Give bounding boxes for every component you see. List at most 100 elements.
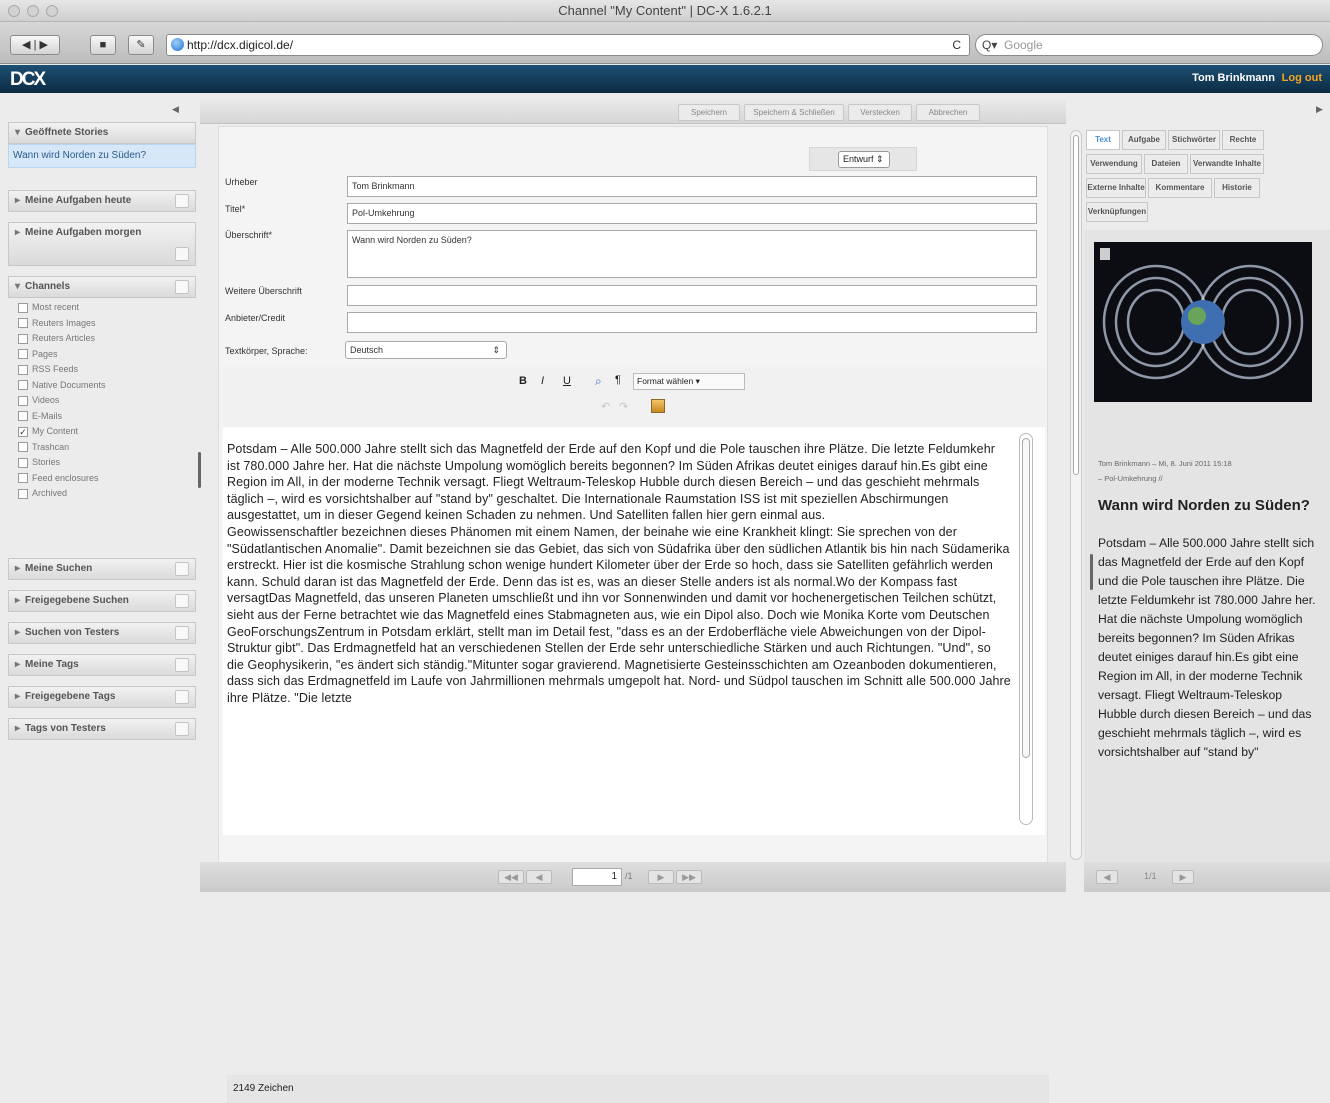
- last-page-button[interactable]: ▶▶: [676, 870, 702, 884]
- underline-icon[interactable]: U: [563, 375, 571, 387]
- zoom-window-button[interactable]: [46, 5, 58, 17]
- channel-item[interactable]: Stories: [8, 455, 196, 471]
- insert-image-icon[interactable]: [651, 399, 665, 413]
- sidebar-section-header[interactable]: ▸ Meine Suchen: [8, 558, 196, 580]
- add-icon[interactable]: [175, 280, 189, 294]
- channel-checkbox[interactable]: [18, 488, 28, 499]
- cancel-button[interactable]: Abbrechen: [916, 104, 980, 121]
- tab-item[interactable]: Verwandte Inhalte: [1190, 154, 1264, 174]
- channel-checkbox[interactable]: [18, 395, 28, 406]
- sidebar-section-header[interactable]: ▸ Tags von Testers: [8, 718, 196, 740]
- channel-item[interactable]: Native Documents: [8, 378, 196, 394]
- bookmark-icon[interactable]: ✎: [128, 35, 154, 55]
- tasks-today-header[interactable]: ▸ Meine Aufgaben heute: [8, 190, 196, 212]
- channel-item[interactable]: ✓ My Content: [8, 424, 196, 440]
- sidebar-section-header[interactable]: ▸ Meine Tags: [8, 654, 196, 676]
- save-close-button[interactable]: Speichern & Schließen: [744, 104, 844, 121]
- channel-item[interactable]: Trashcan: [8, 440, 196, 456]
- channel-checkbox[interactable]: [18, 364, 28, 375]
- preview-image[interactable]: [1094, 242, 1312, 402]
- channel-checkbox[interactable]: [18, 333, 28, 344]
- redo-icon[interactable]: ↷: [619, 400, 628, 413]
- scroll-thumb[interactable]: [1073, 135, 1079, 475]
- page-input[interactable]: 1: [572, 868, 622, 886]
- editor-scrollbar[interactable]: [1019, 433, 1033, 825]
- back-forward-buttons[interactable]: ◀ | ▶: [10, 35, 60, 55]
- body-text[interactable]: Potsdam – Alle 500.000 Jahre stellt sich…: [227, 441, 1011, 827]
- channel-item[interactable]: Pages: [8, 347, 196, 363]
- format-select[interactable]: Format wählen ▾: [633, 373, 745, 390]
- prev-page-button[interactable]: ◀: [1096, 870, 1118, 884]
- channel-item[interactable]: E-Mails: [8, 409, 196, 425]
- pilcrow-icon[interactable]: ¶: [615, 374, 621, 386]
- channel-item[interactable]: Reuters Articles: [8, 331, 196, 347]
- tasks-tomorrow-header[interactable]: ▸ Meine Aufgaben morgen: [8, 222, 196, 266]
- channel-item[interactable]: Archived: [8, 486, 196, 502]
- tab-item[interactable]: Aufgabe: [1122, 130, 1166, 150]
- channel-item[interactable]: Feed enclosures: [8, 471, 196, 487]
- add-icon[interactable]: [175, 247, 189, 261]
- tab-item[interactable]: Text: [1086, 130, 1120, 150]
- channel-checkbox[interactable]: ✓: [18, 426, 28, 437]
- channel-checkbox[interactable]: [18, 302, 28, 313]
- add-icon[interactable]: [175, 626, 189, 640]
- tab-item[interactable]: Verwendung: [1086, 154, 1142, 174]
- headline-input[interactable]: Wann wird Norden zu Süden?: [347, 230, 1037, 278]
- author-input[interactable]: Tom Brinkmann: [347, 176, 1037, 197]
- open-stories-header[interactable]: ▾ Geöffnete Stories: [8, 122, 196, 144]
- channel-item[interactable]: RSS Feeds: [8, 362, 196, 378]
- subheadline-input[interactable]: [347, 285, 1037, 306]
- reload-icon[interactable]: C: [952, 35, 961, 55]
- stop-icon[interactable]: ■: [90, 35, 116, 55]
- sidebar-section-header[interactable]: ▸ Freigegebene Tags: [8, 686, 196, 708]
- hide-button[interactable]: Verstecken: [848, 104, 912, 121]
- open-story-item[interactable]: Wann wird Norden zu Süden?: [8, 144, 196, 168]
- save-button[interactable]: Speichern: [678, 104, 740, 121]
- italic-icon[interactable]: I: [541, 375, 544, 387]
- center-scrollbar[interactable]: [1070, 130, 1082, 860]
- add-icon[interactable]: [175, 690, 189, 704]
- search-field[interactable]: Q▾ Google: [975, 34, 1323, 56]
- add-icon[interactable]: [175, 594, 189, 608]
- sidebar-section-header[interactable]: ▸ Freigegebene Suchen: [8, 590, 196, 612]
- spellcheck-icon[interactable]: ⌕: [595, 374, 602, 389]
- tab-item[interactable]: Historie: [1214, 178, 1260, 198]
- tab-item[interactable]: Rechte: [1222, 130, 1264, 150]
- tab-item[interactable]: Kommentare: [1148, 178, 1212, 198]
- channel-checkbox[interactable]: [18, 411, 28, 422]
- scroll-thumb[interactable]: [1022, 438, 1030, 758]
- prev-page-button[interactable]: ◀: [526, 870, 552, 884]
- tab-item[interactable]: Stichwörter: [1168, 130, 1220, 150]
- channel-item[interactable]: Videos: [8, 393, 196, 409]
- close-window-button[interactable]: [8, 5, 20, 17]
- tab-item[interactable]: Dateien: [1144, 154, 1188, 174]
- channel-checkbox[interactable]: [18, 473, 28, 484]
- first-page-button[interactable]: ◀◀: [498, 870, 524, 884]
- add-icon[interactable]: [175, 658, 189, 672]
- next-page-button[interactable]: ▶: [1172, 870, 1194, 884]
- bold-icon[interactable]: B: [519, 375, 527, 387]
- minimize-window-button[interactable]: [27, 5, 39, 17]
- add-icon[interactable]: [175, 562, 189, 576]
- channel-checkbox[interactable]: [18, 349, 28, 360]
- sidebar-section-header[interactable]: ▸ Suchen von Testers: [8, 622, 196, 644]
- next-page-button[interactable]: ▶: [648, 870, 674, 884]
- url-field[interactable]: http://dcx.digicol.de/ C: [166, 34, 970, 56]
- channel-item[interactable]: Reuters Images: [8, 316, 196, 332]
- credit-input[interactable]: [347, 312, 1037, 333]
- channel-checkbox[interactable]: [18, 318, 28, 329]
- add-icon[interactable]: [175, 722, 189, 736]
- channel-checkbox[interactable]: [18, 442, 28, 453]
- status-select[interactable]: Entwurf ⇕: [838, 151, 890, 168]
- channel-item[interactable]: Most recent: [8, 300, 196, 316]
- channel-checkbox[interactable]: [18, 457, 28, 468]
- channels-header[interactable]: ▾ Channels: [8, 276, 196, 298]
- undo-icon[interactable]: ↶: [601, 400, 610, 413]
- add-icon[interactable]: [175, 194, 189, 208]
- tab-item[interactable]: Verknüpfungen: [1086, 202, 1148, 222]
- title-input[interactable]: Pol-Umkehrung: [347, 203, 1037, 224]
- tab-item[interactable]: Externe Inhalte: [1086, 178, 1146, 198]
- preview-scrollbar[interactable]: [1090, 554, 1093, 590]
- language-select[interactable]: Deutsch ⇕: [345, 341, 507, 359]
- logout-link[interactable]: Log out: [1282, 72, 1322, 84]
